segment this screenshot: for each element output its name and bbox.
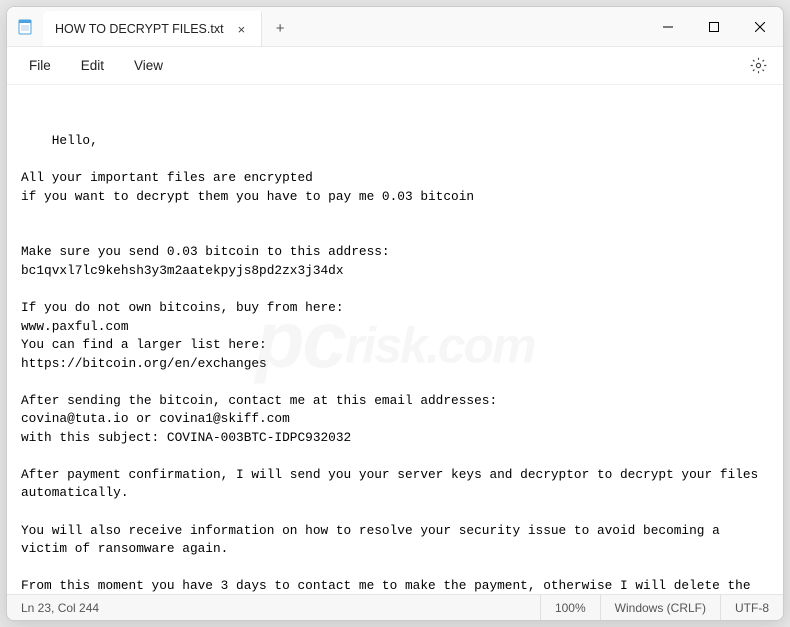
menu-file[interactable]: File: [17, 52, 63, 79]
tab-title: HOW TO DECRYPT FILES.txt: [55, 22, 224, 36]
watermark: pcrisk.com: [255, 282, 534, 398]
maximize-button[interactable]: [691, 7, 737, 46]
close-button[interactable]: [737, 7, 783, 46]
notepad-icon: [7, 7, 43, 46]
notepad-window: HOW TO DECRYPT FILES.txt × + File Edit V…: [6, 6, 784, 621]
new-tab-button[interactable]: +: [262, 11, 298, 46]
settings-button[interactable]: [743, 51, 773, 81]
menubar: File Edit View: [7, 47, 783, 85]
window-controls: [645, 7, 783, 46]
status-zoom[interactable]: 100%: [540, 595, 600, 620]
statusbar: Ln 23, Col 244 100% Windows (CRLF) UTF-8: [7, 594, 783, 620]
titlebar-drag-area[interactable]: [298, 7, 645, 46]
status-line-ending[interactable]: Windows (CRLF): [600, 595, 720, 620]
minimize-button[interactable]: [645, 7, 691, 46]
text-editor-area[interactable]: pcrisk.com Hello, All your important fil…: [7, 85, 783, 594]
menu-view[interactable]: View: [122, 52, 175, 79]
status-position: Ln 23, Col 244: [7, 595, 113, 620]
menu-edit[interactable]: Edit: [69, 52, 116, 79]
titlebar: HOW TO DECRYPT FILES.txt × +: [7, 7, 783, 47]
document-text: Hello, All your important files are encr…: [21, 133, 766, 594]
file-tab[interactable]: HOW TO DECRYPT FILES.txt ×: [43, 11, 262, 46]
status-encoding[interactable]: UTF-8: [720, 595, 783, 620]
close-tab-button[interactable]: ×: [234, 20, 250, 39]
